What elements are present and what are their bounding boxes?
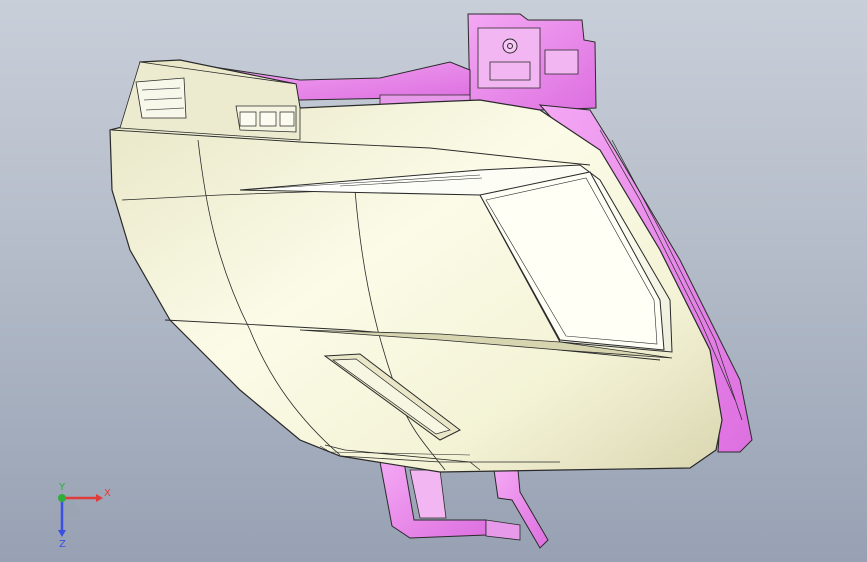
x-axis-label: X — [104, 488, 111, 499]
lamp-body — [109, 59, 723, 473]
cad-viewport[interactable]: X Y Z — [0, 0, 867, 562]
housing-bottom-bracket — [379, 461, 549, 549]
housing-top-bracket — [467, 13, 597, 111]
y-axis-origin — [58, 494, 66, 502]
coordinate-triad: X Y Z — [58, 482, 111, 550]
y-axis-label: Y — [58, 482, 66, 493]
z-axis-label: Z — [59, 539, 66, 550]
headlamp-3d-model[interactable] — [0, 0, 867, 562]
